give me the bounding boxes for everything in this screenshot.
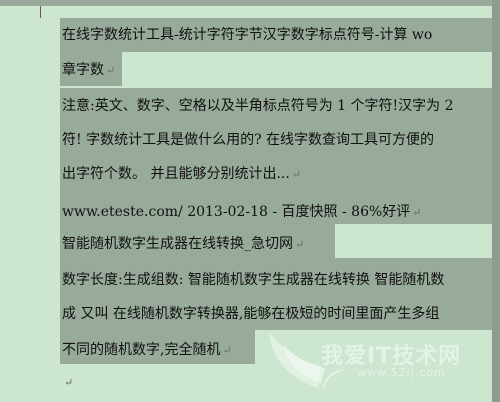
document-line[interactable]: 章字数 ↵ xyxy=(62,60,115,81)
paragraph-mark: ↵ xyxy=(106,64,116,77)
site-watermark: 我爱IT技术网 www.52ij.com xyxy=(263,326,488,396)
vertical-scrollbar-edge[interactable] xyxy=(492,0,500,402)
document-line[interactable]: 符! 字数统计工具是做什么用的? 在线字数查询工具可方便的 xyxy=(62,130,436,151)
paragraph-mark: ↵ xyxy=(291,168,302,181)
paragraph-mark: ↵ xyxy=(64,376,74,389)
paragraph-mark: ↵ xyxy=(222,344,232,357)
document-line[interactable]: 智能随机数字生成器在线转换_急切网 ↵ xyxy=(62,234,304,255)
paragraph-mark: ↵ xyxy=(295,238,305,251)
document-page[interactable]: 在线字数统计工具-统计字符字节汉字数字标点符号-计算 wo 章字数 ↵ 注意:英文… xyxy=(0,0,500,402)
watermark-url: www.52ij.com xyxy=(357,366,446,379)
document-line[interactable]: 数字长度:生成组数: 智能随机数字生成器在线转换 智能随机数 xyxy=(62,270,446,291)
document-line[interactable]: 在线字数统计工具-统计字符字节汉字数字标点符号-计算 wo xyxy=(62,25,434,46)
document-line[interactable]: www.eteste.com/ 2013-02-18 - 百度快照 - 86%好… xyxy=(62,202,422,223)
document-line[interactable]: 注意:英文、数字、空格以及半角标点符号为 1 个字符!汉字为 2 xyxy=(62,96,456,117)
document-line[interactable]: 成 又叫 在线随机数字转换器,能够在极短的时间里面产生多组 xyxy=(62,304,441,325)
text-cursor-marker xyxy=(40,6,41,18)
paragraph-mark: ↵ xyxy=(412,206,422,219)
document-line[interactable]: 不同的随机数字,完全随机 ↵ xyxy=(62,340,232,361)
page-top-edge xyxy=(0,0,500,6)
document-line[interactable]: 出字符个数。 并且能够分别统计出... ↵ xyxy=(62,164,301,185)
document-line[interactable]: ↵ xyxy=(62,372,73,393)
